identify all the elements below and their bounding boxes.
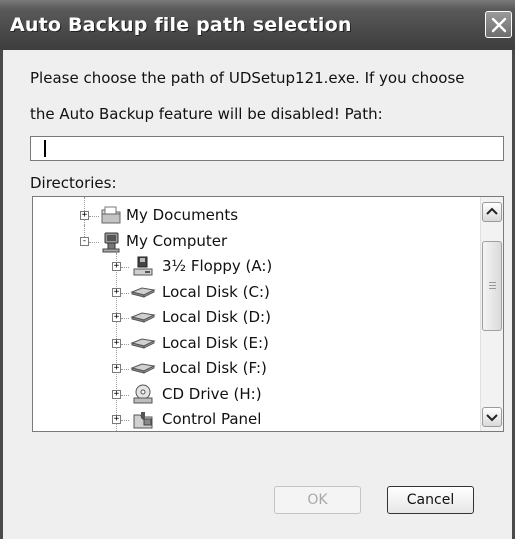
- thumb-grip: [489, 288, 496, 289]
- hard-disk-icon: [130, 287, 156, 298]
- tree-scrollbar[interactable]: [480, 197, 503, 431]
- hard-disk-icon: [130, 312, 156, 323]
- prompt-text-line-2: the Auto Backup feature will be disabled…: [30, 105, 383, 123]
- thumb-grip: [489, 282, 496, 283]
- tree-item-label: 3½ Floppy (A:): [162, 257, 273, 275]
- title-bar[interactable]: Auto Backup file path selection: [0, 0, 515, 50]
- tree-item-control-panel[interactable]: + Control Panel: [33, 408, 473, 431]
- tree-item-label: My Computer: [126, 232, 228, 250]
- close-button[interactable]: [485, 11, 512, 38]
- ok-button[interactable]: OK: [274, 486, 361, 514]
- tree-item-local-disk-c[interactable]: + Local Disk (C:): [33, 281, 473, 306]
- tree-item-my-computer[interactable]: - My Computer: [33, 230, 473, 255]
- expand-toggle[interactable]: +: [112, 390, 121, 399]
- directories-label: Directories:: [30, 174, 117, 192]
- tree-item-label: CD Drive (H:): [162, 385, 262, 403]
- chevron-down-icon: [486, 414, 498, 422]
- scroll-thumb[interactable]: [482, 241, 502, 331]
- cd-drive-icon: [133, 384, 153, 404]
- hard-disk-icon: [130, 363, 156, 374]
- close-icon: [491, 17, 507, 33]
- tree-item-local-disk-e[interactable]: + Local Disk (E:): [33, 332, 473, 357]
- expand-toggle[interactable]: +: [112, 415, 121, 424]
- tree-item-floppy-a[interactable]: + 3½ Floppy (A:): [33, 255, 473, 280]
- thumb-grip: [489, 285, 496, 286]
- collapse-toggle[interactable]: -: [80, 237, 89, 246]
- tree-item-label: Local Disk (F:): [162, 359, 267, 377]
- floppy-drive-icon: [133, 256, 153, 276]
- scroll-down-button[interactable]: [482, 407, 502, 427]
- expand-toggle[interactable]: +: [112, 288, 121, 297]
- expand-toggle[interactable]: +: [112, 339, 121, 348]
- computer-icon: [102, 232, 120, 253]
- chevron-up-icon: [486, 207, 498, 215]
- path-input[interactable]: [30, 136, 504, 161]
- scroll-up-button[interactable]: [482, 202, 502, 222]
- tree-item-cd-drive-h[interactable]: + CD Drive (H:): [33, 383, 473, 408]
- expand-toggle[interactable]: +: [80, 211, 89, 220]
- tree-item-label: Local Disk (C:): [162, 283, 270, 301]
- tree-item-local-disk-d[interactable]: + Local Disk (D:): [33, 306, 473, 331]
- tree-item-label: Local Disk (E:): [162, 334, 269, 352]
- tree-item-label: Local Disk (D:): [162, 308, 271, 326]
- hard-disk-icon: [130, 338, 156, 349]
- prompt-text-line-1: Please choose the path of UDSetup121.exe…: [30, 69, 465, 87]
- tree-item-my-documents[interactable]: + My Documents: [33, 204, 473, 229]
- directory-tree[interactable]: + My Documents - My Computer + 3½ Floppy…: [32, 196, 504, 432]
- control-panel-icon: [133, 412, 153, 429]
- expand-toggle[interactable]: +: [112, 313, 121, 322]
- tree-item-label: Control Panel: [162, 410, 262, 428]
- cancel-button[interactable]: Cancel: [387, 486, 474, 514]
- text-caret: [44, 140, 46, 157]
- expand-toggle[interactable]: +: [112, 262, 121, 271]
- window-title: Auto Backup file path selection: [10, 14, 352, 36]
- tree-item-label: My Documents: [126, 206, 239, 224]
- tree-item-local-disk-f[interactable]: + Local Disk (F:): [33, 357, 473, 382]
- folder-documents-icon: [101, 206, 121, 224]
- dialog-window: Auto Backup file path selection Please c…: [0, 0, 515, 539]
- expand-toggle[interactable]: +: [112, 364, 121, 373]
